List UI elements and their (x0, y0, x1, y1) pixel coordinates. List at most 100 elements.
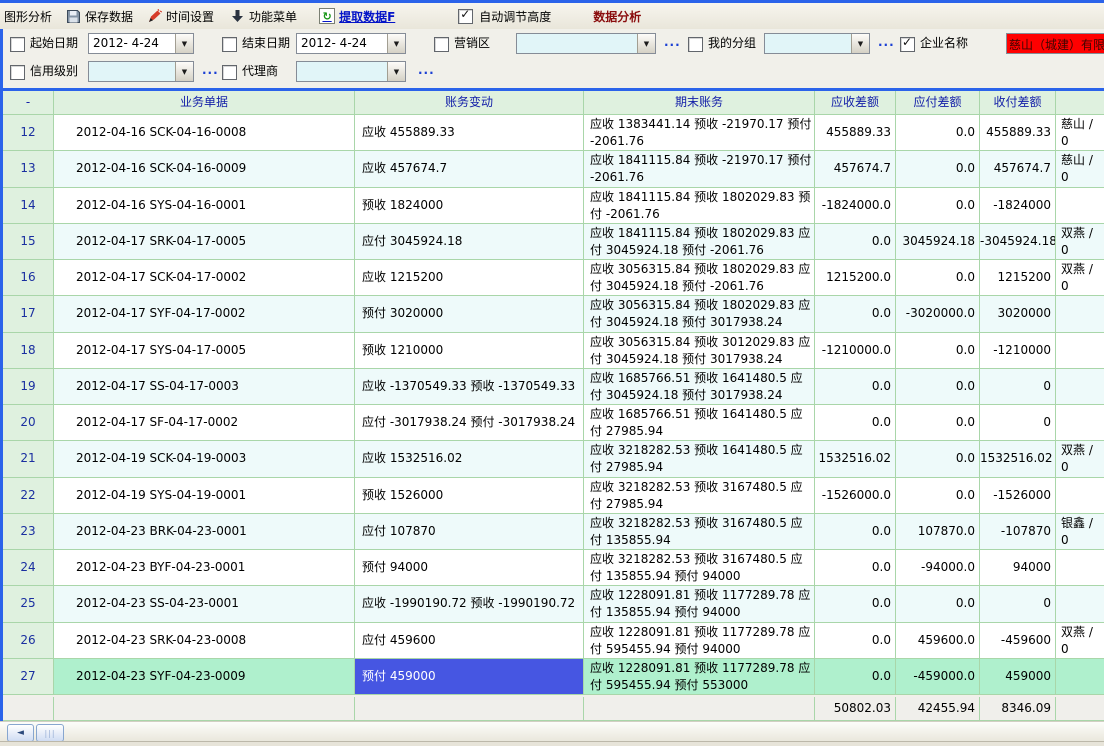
cell-recv-diff[interactable]: 1215200.0 (815, 260, 896, 296)
cell-document[interactable]: 2012-04-17 SCK-04-17-0002 (54, 260, 355, 296)
row-number-cell[interactable]: 20 (3, 405, 54, 441)
table-row[interactable]: 202012-04-17 SF-04-17-0002应付 -3017938.24… (3, 405, 1104, 441)
cell-recv-diff[interactable]: 0.0 (815, 369, 896, 405)
cell-net-diff[interactable]: 0 (980, 369, 1056, 405)
horizontal-scrollbar[interactable]: ◄ ||| (0, 721, 1104, 742)
toolbar-item-save-data[interactable]: 保存数据 (63, 5, 136, 27)
toolbar-item-extract-data[interactable]: ↻ 提取数据F (316, 5, 398, 27)
cell-company[interactable]: 慈山 / 0 (1056, 151, 1104, 187)
cell-recv-diff[interactable]: 457674.7 (815, 151, 896, 187)
cell-document[interactable]: 2012-04-23 BYF-04-23-0001 (54, 550, 355, 586)
table-row[interactable]: 262012-04-23 SRK-04-23-0008应付 459600应收 1… (3, 623, 1104, 659)
chevron-down-icon[interactable]: ▼ (387, 62, 405, 81)
cell-recv-diff[interactable]: -1210000.0 (815, 333, 896, 369)
cell-pay-diff[interactable]: 0.0 (896, 115, 980, 151)
cell-pay-diff[interactable]: 0.0 (896, 188, 980, 224)
cell-pay-diff[interactable]: 0.0 (896, 586, 980, 622)
cell-change[interactable]: 预付 459000 (355, 659, 584, 695)
cell-change[interactable]: 预收 1824000 (355, 188, 584, 224)
row-number-cell[interactable]: 13 (3, 151, 54, 187)
cell-net-diff[interactable]: 3020000 (980, 296, 1056, 332)
cell-ending[interactable]: 应收 1383441.14 预收 -21970.17 预付 -2061.76 (584, 115, 815, 151)
cell-document[interactable]: 2012-04-16 SYS-04-16-0001 (54, 188, 355, 224)
cell-recv-diff[interactable]: 0.0 (815, 296, 896, 332)
scrollbar-thumb[interactable]: ||| (36, 724, 64, 742)
header-cell-pay-diff[interactable]: 应付差额 (896, 91, 980, 115)
row-number-cell[interactable]: 25 (3, 586, 54, 622)
row-number-cell[interactable]: 18 (3, 333, 54, 369)
cell-document[interactable]: 2012-04-23 SS-04-23-0001 (54, 586, 355, 622)
cell-pay-diff[interactable]: 0.0 (896, 441, 980, 477)
table-row[interactable]: 192012-04-17 SS-04-17-0003应收 -1370549.33… (3, 369, 1104, 405)
cell-recv-diff[interactable]: 0.0 (815, 659, 896, 695)
cell-pay-diff[interactable]: -94000.0 (896, 550, 980, 586)
cell-ending[interactable]: 应收 1685766.51 预收 1641480.5 应付 3045924.18… (584, 369, 815, 405)
table-row[interactable]: 152012-04-17 SRK-04-17-0005应付 3045924.18… (3, 224, 1104, 260)
cell-ending[interactable]: 应收 3218282.53 预收 3167480.5 应付 135855.94 … (584, 550, 815, 586)
row-number-cell[interactable]: 23 (3, 514, 54, 550)
cell-net-diff[interactable]: -107870 (980, 514, 1056, 550)
cell-ending[interactable]: 应收 3218282.53 预收 1641480.5 应付 27985.94 (584, 441, 815, 477)
cell-ending[interactable]: 应收 3218282.53 预收 3167480.5 应付 135855.94 (584, 514, 815, 550)
cell-net-diff[interactable]: 0 (980, 405, 1056, 441)
cell-net-diff[interactable]: 459000 (980, 659, 1056, 695)
cell-change[interactable]: 应付 107870 (355, 514, 584, 550)
auto-height-checkbox[interactable] (458, 9, 473, 24)
row-number-cell[interactable]: 27 (3, 659, 54, 695)
chevron-down-icon[interactable]: ▼ (851, 34, 869, 53)
cell-recv-diff[interactable]: 0.0 (815, 550, 896, 586)
agent-select[interactable]: ▼ (296, 61, 406, 82)
cell-company[interactable]: 双燕 / 0 双燕 / 0 (1056, 224, 1104, 260)
cell-company[interactable]: 慈山 / 0 (1056, 115, 1104, 151)
cell-change[interactable]: 应收 1215200 (355, 260, 584, 296)
row-number-cell[interactable]: 22 (3, 478, 54, 514)
cell-ending[interactable]: 应收 1841115.84 预收 -21970.17 预付 -2061.76 (584, 151, 815, 187)
cell-recv-diff[interactable]: 0.0 (815, 224, 896, 260)
cell-company[interactable] (1056, 405, 1104, 441)
cell-ending[interactable]: 应收 3056315.84 预收 1802029.83 应付 3045924.1… (584, 260, 815, 296)
row-number-cell[interactable]: 12 (3, 115, 54, 151)
cell-pay-diff[interactable]: 459600.0 (896, 623, 980, 659)
credit-level-select[interactable]: ▼ (88, 61, 194, 82)
table-row[interactable]: 222012-04-19 SYS-04-19-0001预收 1526000应收 … (3, 478, 1104, 514)
header-cell-change[interactable]: 账务变动 (355, 91, 584, 115)
cell-ending[interactable]: 应收 1685766.51 预收 1641480.5 应付 27985.94 (584, 405, 815, 441)
cell-pay-diff[interactable]: 107870.0 (896, 514, 980, 550)
cell-document[interactable]: 2012-04-19 SYS-04-19-0001 (54, 478, 355, 514)
end-date-select[interactable]: 2012- 4-24 ▼ (296, 33, 406, 54)
cell-change[interactable]: 预付 3020000 (355, 296, 584, 332)
header-cell-company[interactable] (1056, 91, 1104, 115)
cell-pay-diff[interactable]: 0.0 (896, 260, 980, 296)
cell-company[interactable] (1056, 550, 1104, 586)
cell-pay-diff[interactable]: 0.0 (896, 405, 980, 441)
sales-area-checkbox[interactable] (434, 37, 449, 52)
cell-document[interactable]: 2012-04-23 BRK-04-23-0001 (54, 514, 355, 550)
credit-level-checkbox[interactable] (10, 65, 25, 80)
cell-net-diff[interactable]: 1215200 (980, 260, 1056, 296)
cell-net-diff[interactable]: 1532516.02 (980, 441, 1056, 477)
cell-company[interactable]: 双燕 / 0 (1056, 260, 1104, 296)
cell-change[interactable]: 应付 -3017938.24 预付 -3017938.24 (355, 405, 584, 441)
cell-company[interactable] (1056, 478, 1104, 514)
credit-level-more-button[interactable]: ... (202, 61, 219, 82)
cell-company[interactable]: 双燕 / 0 (1056, 441, 1104, 477)
cell-document[interactable]: 2012-04-23 SRK-04-23-0008 (54, 623, 355, 659)
toolbar-item-function-menu[interactable]: 功能菜单 (227, 5, 300, 27)
header-cell-recv-diff[interactable]: 应收差额 (815, 91, 896, 115)
cell-net-diff[interactable]: 457674.7 (980, 151, 1056, 187)
table-row[interactable]: 252012-04-23 SS-04-23-0001应收 -1990190.72… (3, 586, 1104, 622)
cell-ending[interactable]: 应收 3056315.84 预收 3012029.83 应付 3045924.1… (584, 333, 815, 369)
cell-net-diff[interactable]: 0 (980, 586, 1056, 622)
cell-company[interactable] (1056, 188, 1104, 224)
row-number-cell[interactable]: 24 (3, 550, 54, 586)
header-cell-index[interactable]: - (3, 91, 54, 115)
cell-pay-diff[interactable]: -459000.0 (896, 659, 980, 695)
header-cell-ending[interactable]: 期末账务 (584, 91, 815, 115)
my-group-more-button[interactable]: ... (878, 33, 895, 54)
cell-net-diff[interactable]: -1210000 (980, 333, 1056, 369)
cell-ending[interactable]: 应收 1841115.84 预收 1802029.83 预付 -2061.76 (584, 188, 815, 224)
cell-pay-diff[interactable]: 0.0 (896, 478, 980, 514)
chevron-down-icon[interactable]: ▼ (175, 62, 193, 81)
cell-recv-diff[interactable]: -1526000.0 (815, 478, 896, 514)
cell-net-diff[interactable]: -1824000 (980, 188, 1056, 224)
